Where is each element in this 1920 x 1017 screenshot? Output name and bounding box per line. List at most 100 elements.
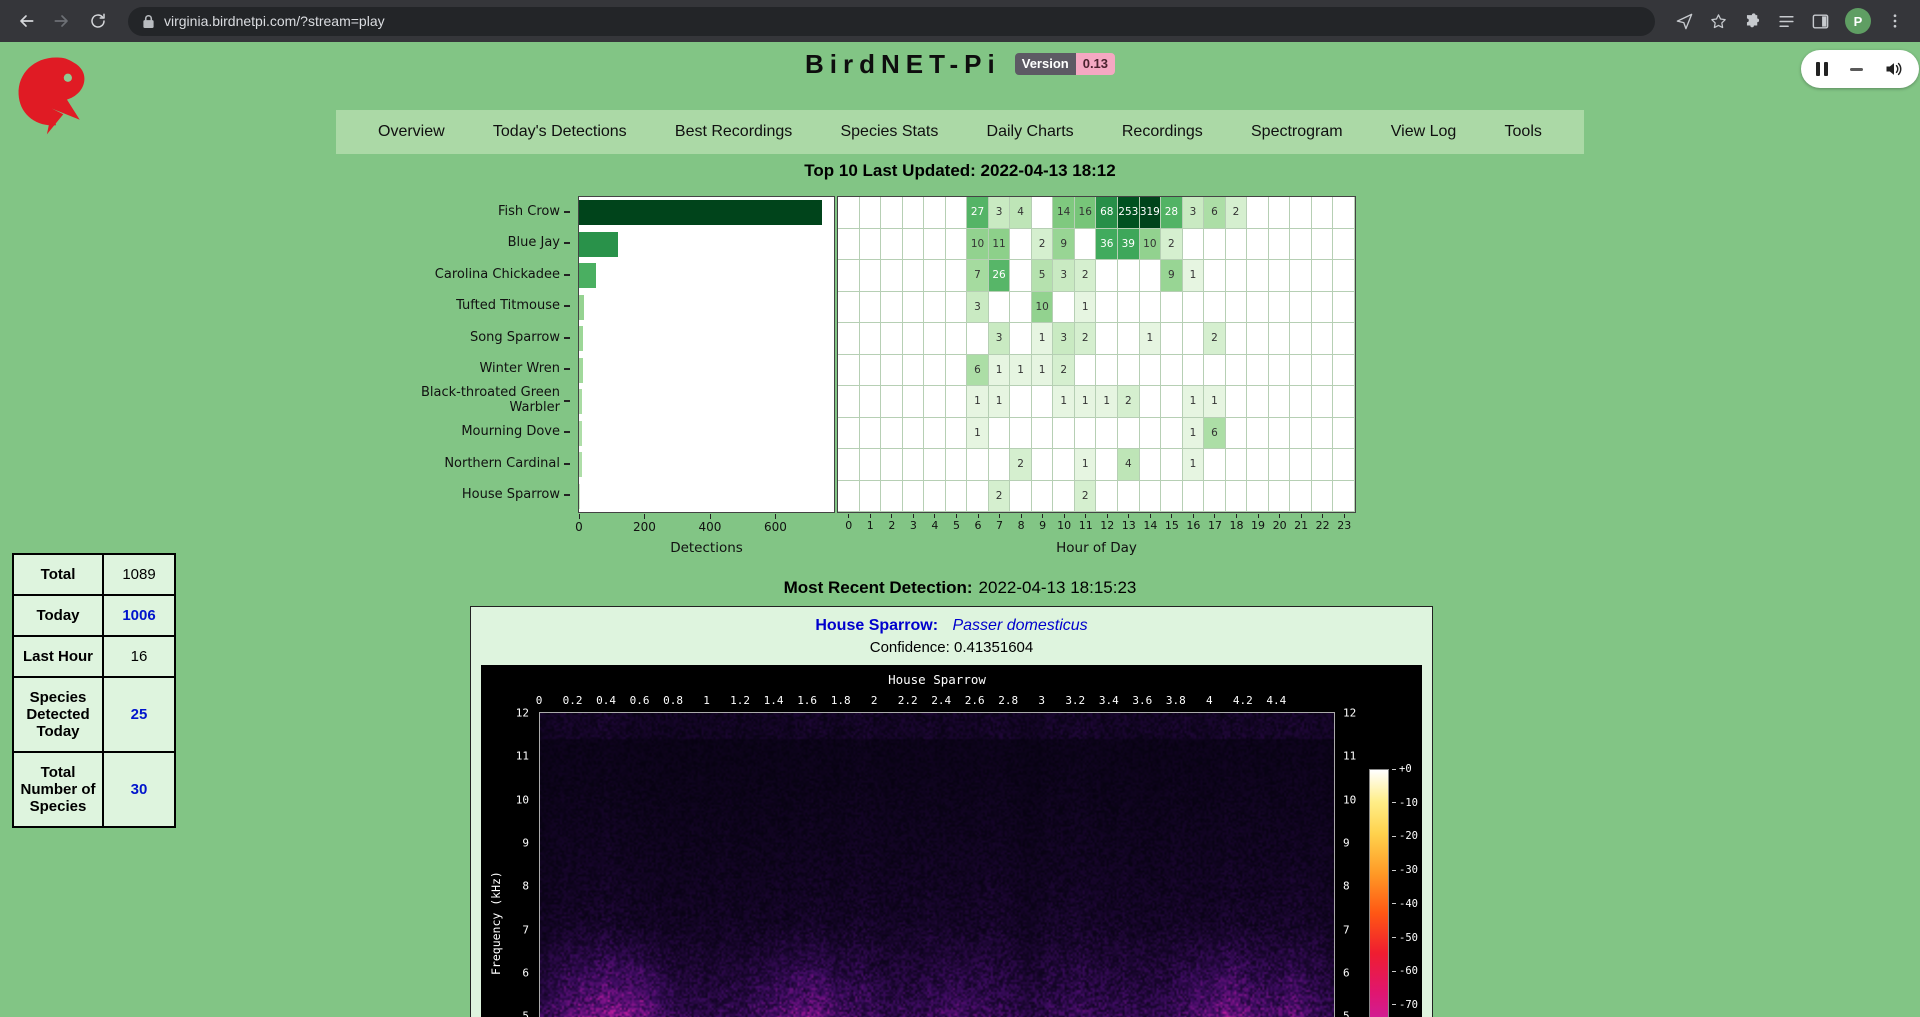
heatmap-cell (860, 229, 882, 261)
species-label: Carolina Chickadee (404, 259, 570, 291)
profile-avatar[interactable]: P (1845, 8, 1871, 34)
heatmap-cell (1204, 355, 1226, 387)
nav-item-overview[interactable]: Overview (378, 123, 445, 141)
nav-item-best-recordings[interactable]: Best Recordings (675, 123, 792, 141)
time-tick-label: 4.2 (1233, 694, 1253, 707)
heatmap-cell (1161, 355, 1183, 387)
heatmap-cell (946, 355, 968, 387)
species-scientific-name-link[interactable]: Passer domesticus (952, 617, 1087, 634)
heatmap-cell (1140, 260, 1162, 292)
heatmap-cell: 1 (1075, 292, 1097, 324)
seek-bar[interactable] (1850, 68, 1863, 71)
spectrogram-ylabel: Frequency (kHz) (489, 775, 503, 975)
hour-tick-label: 20 (1269, 514, 1291, 532)
hour-tick-label: 21 (1290, 514, 1312, 532)
heatmap-cell (1096, 418, 1118, 450)
heatmap-cell (1226, 449, 1248, 481)
heatmap-cell (1269, 418, 1291, 450)
species-common-name-link[interactable]: House Sparrow: (815, 617, 938, 634)
colorbar-tick-label: -60 (1392, 965, 1418, 977)
heatmap-cell (903, 449, 925, 481)
bookmark-star-icon[interactable] (1709, 12, 1728, 31)
heatmap-cell: 26 (989, 260, 1011, 292)
heatmap-cell: 9 (1161, 260, 1183, 292)
heatmap-cell (1226, 323, 1248, 355)
detection-title: House Sparrow: Passer domesticus (471, 617, 1432, 635)
heatmap-cell: 3 (967, 292, 989, 324)
heatmap-cell: 7 (967, 260, 989, 292)
bar-row (579, 260, 834, 292)
side-panel-icon[interactable] (1811, 12, 1830, 31)
heatmap-cell (860, 197, 882, 229)
url-bar[interactable]: virginia.birdnetpi.com/?stream=play (128, 7, 1655, 36)
time-tick-label: 1.2 (730, 694, 750, 707)
send-icon[interactable] (1675, 12, 1694, 31)
heatmap-cell (1312, 386, 1334, 418)
heatmap-cell (1312, 418, 1334, 450)
heatmap-cell (1075, 229, 1097, 261)
time-tick-label: 2.2 (898, 694, 918, 707)
menu-kebab-icon[interactable] (1886, 12, 1904, 30)
audio-player[interactable] (1801, 50, 1919, 88)
stats-value: 16 (103, 636, 175, 677)
nav-item-today-s-detections[interactable]: Today's Detections (493, 123, 627, 141)
detections-bar (579, 326, 583, 351)
detections-bar (579, 421, 582, 446)
heatmap-cell (1161, 323, 1183, 355)
reload-button[interactable] (82, 5, 114, 37)
heatmap-cell (1140, 418, 1162, 450)
pause-button[interactable] (1816, 62, 1828, 76)
heatmap-cell (1269, 481, 1291, 513)
heatmap-cell (838, 229, 860, 261)
heatmap-cell (903, 292, 925, 324)
hour-axis-label: Hour of Day (837, 540, 1356, 556)
heatmap-cell: 1 (1204, 386, 1226, 418)
heatmap-cell (860, 260, 882, 292)
heatmap-cell (924, 418, 946, 450)
colorbar-tick-label: -40 (1392, 898, 1418, 910)
heatmap-cell (1290, 481, 1312, 513)
forward-button[interactable] (46, 5, 78, 37)
heatmap-cell (1333, 197, 1355, 229)
heatmap-cell (1290, 197, 1312, 229)
heatmap-cell (1032, 418, 1054, 450)
extensions-puzzle-icon[interactable] (1743, 12, 1762, 31)
heatmap-cell: 3 (1183, 197, 1205, 229)
masthead: BirdNET-Pi Version 0.13 (0, 48, 1920, 80)
version-badge: Version 0.13 (1015, 53, 1115, 75)
time-tick-label: 0.2 (563, 694, 583, 707)
heatmap-cell: 28 (1161, 197, 1183, 229)
heatmap-cell: 2 (1053, 355, 1075, 387)
heatmap-cell (967, 323, 989, 355)
back-button[interactable] (10, 5, 42, 37)
heatmap-cell (946, 292, 968, 324)
heatmap-cell: 319 (1140, 197, 1162, 229)
nav-item-view-log[interactable]: View Log (1391, 123, 1457, 141)
hour-tick-label: 13 (1118, 514, 1140, 532)
hour-tick-label: 5 (946, 514, 968, 532)
heatmap-cell (1269, 386, 1291, 418)
heatmap-cell (946, 481, 968, 513)
nav-item-species-stats[interactable]: Species Stats (840, 123, 938, 141)
volume-icon[interactable] (1884, 60, 1904, 78)
freq-tick-label: 11 (1343, 750, 1356, 763)
nav-item-daily-charts[interactable]: Daily Charts (987, 123, 1074, 141)
freq-tick-label: 12 (1343, 707, 1356, 720)
heatmap-cell: 3 (1053, 260, 1075, 292)
stats-value-link[interactable]: 1006 (103, 595, 175, 636)
heatmap-cell (903, 355, 925, 387)
stats-value-link[interactable]: 25 (103, 677, 175, 752)
heatmap-cell: 1 (989, 355, 1011, 387)
nav-item-recordings[interactable]: Recordings (1122, 123, 1203, 141)
nav-item-spectrogram[interactable]: Spectrogram (1251, 123, 1343, 141)
heatmap-cell (1333, 418, 1355, 450)
stats-value-link[interactable]: 30 (103, 752, 175, 827)
heatmap-cell: 39 (1118, 229, 1140, 261)
heatmap-cell (924, 260, 946, 292)
heatmap-cell (1290, 229, 1312, 261)
extension-lines-icon[interactable] (1777, 12, 1796, 31)
freq-tick-label: 9 (522, 836, 529, 849)
browser-actions: P (1669, 8, 1910, 34)
y-axis-tick (564, 400, 570, 402)
nav-item-tools[interactable]: Tools (1505, 123, 1542, 141)
